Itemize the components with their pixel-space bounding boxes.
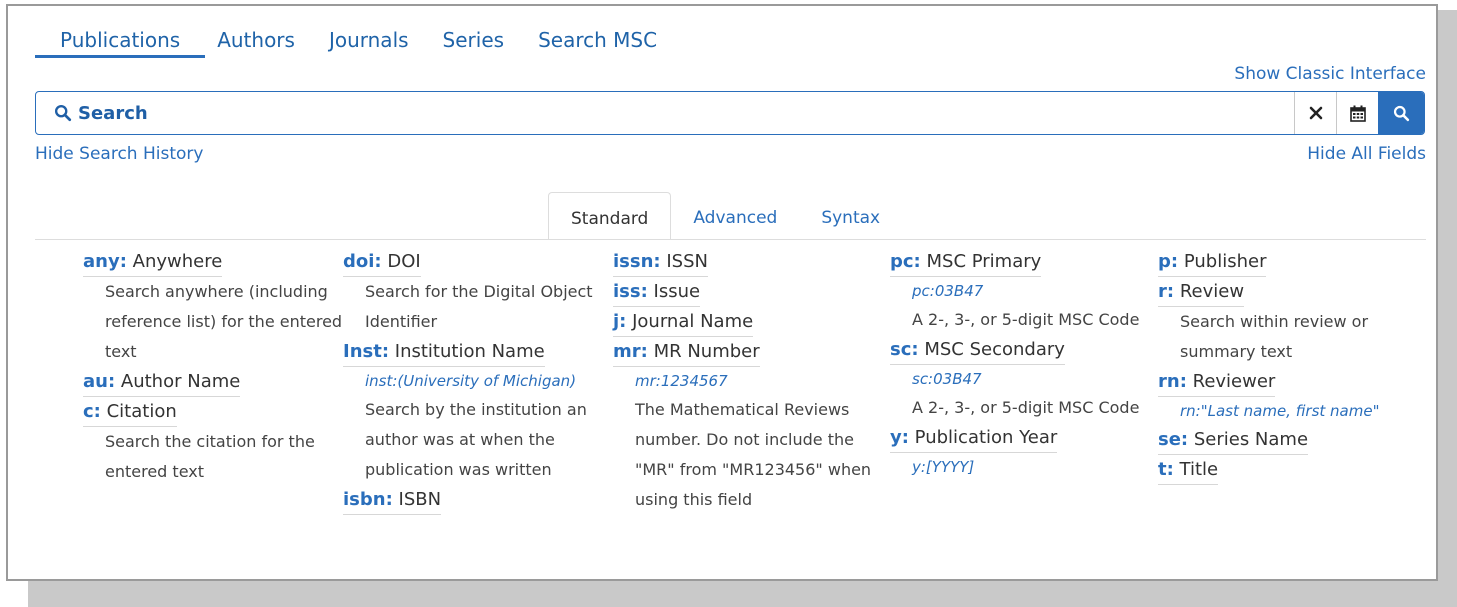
submit-search-button[interactable] — [1378, 92, 1424, 134]
field-c: c: Citation Search the citation for the … — [83, 397, 343, 487]
search-input[interactable] — [78, 102, 678, 124]
field-description: Search for the Digital Object Identifier — [365, 282, 593, 331]
nav-tab-series[interactable]: Series — [443, 22, 505, 58]
main-nav: Publications Authors Journals Series Sea… — [35, 22, 691, 66]
field-rn: rn: Reviewer rn:"Last name, first name" — [1158, 367, 1423, 425]
field-j: j: Journal Name — [613, 307, 883, 337]
nav-tab-authors[interactable]: Authors — [217, 22, 295, 58]
hide-all-fields-link[interactable]: Hide All Fields — [1307, 144, 1426, 164]
nav-tab-publications[interactable]: Publications — [35, 22, 206, 58]
field-link-sc[interactable]: sc: MSC Secondary — [890, 335, 1065, 365]
field-isbn: isbn: ISBN — [343, 485, 618, 515]
field-p: p: Publisher — [1158, 247, 1423, 277]
field-link-y[interactable]: y: Publication Year — [890, 423, 1058, 453]
field-issn: issn: ISSN — [613, 247, 883, 277]
field-link-issn[interactable]: issn: ISSN — [613, 247, 708, 277]
field-link-inst[interactable]: Inst: Institution Name — [343, 337, 545, 367]
field-description: A 2-, 3-, or 5-digit MSC Code — [912, 398, 1140, 417]
field-link-j[interactable]: j: Journal Name — [613, 307, 754, 337]
field-link-t[interactable]: t: Title — [1158, 455, 1219, 485]
field-link-p[interactable]: p: Publisher — [1158, 247, 1267, 277]
field-doi: doi: DOI Search for the Digital Object I… — [343, 247, 618, 337]
frame-shadow-right — [1436, 10, 1457, 607]
field-link-isbn[interactable]: isbn: ISBN — [343, 485, 442, 515]
field-link-c[interactable]: c: Citation — [83, 397, 177, 427]
search-panel: Publications Authors Journals Series Sea… — [6, 4, 1438, 581]
field-description: Search anywhere (including reference lis… — [105, 282, 343, 361]
search-icon — [1393, 105, 1409, 121]
field-link-se[interactable]: se: Series Name — [1158, 425, 1309, 455]
field-iss: iss: Issue — [613, 277, 883, 307]
nav-tab-journals[interactable]: Journals — [329, 22, 409, 58]
field-example: rn:"Last name, first name" — [1180, 402, 1380, 420]
field-example: y:[YYYY] — [912, 458, 975, 476]
frame-shadow-bottom — [28, 579, 1457, 607]
field-column-2: doi: DOI Search for the Digital Object I… — [343, 247, 618, 515]
search-bar — [35, 91, 1425, 135]
field-t: t: Title — [1158, 455, 1423, 485]
calendar-icon — [1349, 105, 1366, 122]
search-icon — [54, 104, 72, 122]
field-example: pc:03B47 — [912, 282, 984, 300]
field-tabs: Standard Advanced Syntax — [548, 190, 902, 240]
close-icon — [1309, 106, 1322, 120]
field-link-rn[interactable]: rn: Reviewer — [1158, 367, 1276, 397]
field-description: Search within review or summary text — [1180, 312, 1369, 361]
field-column-3: issn: ISSN iss: Issue j: Journal Name mr… — [613, 247, 883, 515]
field-description: The Mathematical Reviews number. Do not … — [635, 400, 872, 509]
field-mr: mr: MR Number mr:1234567 The Mathematica… — [613, 337, 883, 515]
field-se: se: Series Name — [1158, 425, 1423, 455]
field-column-5: p: Publisher r: Review Search within rev… — [1158, 247, 1423, 485]
field-y: y: Publication Year y:[YYYY] — [890, 423, 1150, 481]
clear-search-button[interactable] — [1294, 92, 1336, 134]
nav-tab-search-msc[interactable]: Search MSC — [538, 22, 657, 58]
field-example: inst:(University of Michigan) — [365, 372, 577, 390]
field-description: Search the citation for the entered text — [105, 432, 315, 481]
field-description: Search by the institution an author was … — [365, 400, 587, 479]
field-link-r[interactable]: r: Review — [1158, 277, 1245, 307]
show-classic-interface-link[interactable]: Show Classic Interface — [1234, 64, 1426, 84]
field-pc: pc: MSC Primary pc:03B47 A 2-, 3-, or 5-… — [890, 247, 1150, 335]
tab-syntax[interactable]: Syntax — [799, 192, 902, 240]
field-column-4: pc: MSC Primary pc:03B47 A 2-, 3-, or 5-… — [890, 247, 1150, 481]
field-link-doi[interactable]: doi: DOI — [343, 247, 421, 277]
field-link-any[interactable]: any: Anywhere — [83, 247, 223, 277]
hide-search-history-link[interactable]: Hide Search History — [35, 144, 203, 164]
field-link-mr[interactable]: mr: MR Number — [613, 337, 760, 367]
field-any: any: Anywhere Search anywhere (including… — [83, 247, 343, 367]
field-column-1: any: Anywhere Search anywhere (including… — [83, 247, 343, 487]
field-example: sc:03B47 — [912, 370, 982, 388]
tab-standard[interactable]: Standard — [548, 192, 672, 240]
field-au: au: Author Name — [83, 367, 343, 397]
tab-advanced[interactable]: Advanced — [671, 192, 799, 240]
search-input-wrap — [36, 92, 1294, 134]
date-range-button[interactable] — [1336, 92, 1378, 134]
tab-divider — [35, 239, 1426, 240]
field-description: A 2-, 3-, or 5-digit MSC Code — [912, 310, 1140, 329]
field-inst: Inst: Institution Name inst:(University … — [343, 337, 618, 485]
field-link-au[interactable]: au: Author Name — [83, 367, 241, 397]
field-r: r: Review Search within review or summar… — [1158, 277, 1423, 367]
field-link-pc[interactable]: pc: MSC Primary — [890, 247, 1042, 277]
field-sc: sc: MSC Secondary sc:03B47 A 2-, 3-, or … — [890, 335, 1150, 423]
field-link-iss[interactable]: iss: Issue — [613, 277, 701, 307]
field-example: mr:1234567 — [635, 372, 728, 390]
